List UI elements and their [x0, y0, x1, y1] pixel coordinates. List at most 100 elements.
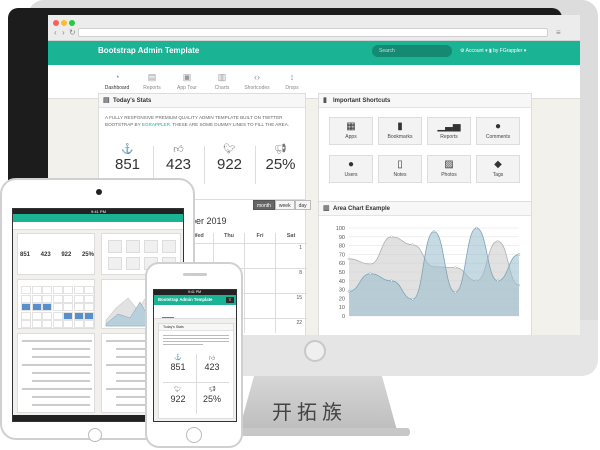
shortcut-bookmarks[interactable]: ▮ Bookmarks	[378, 117, 422, 145]
tablet-calendar-cell[interactable]	[42, 286, 52, 294]
tablet-calendar-cell[interactable]	[63, 303, 73, 311]
close-dot-icon[interactable]	[53, 20, 59, 26]
tablet-calendar-cell[interactable]	[31, 294, 42, 303]
shortcut-apps[interactable]: ▦ Apps	[329, 117, 373, 145]
tablet-calendar-cell[interactable]	[52, 294, 63, 303]
minimize-dot-icon[interactable]	[61, 20, 67, 26]
tablet-calendar-cell[interactable]	[52, 303, 63, 311]
phone-text-line	[163, 338, 229, 339]
tablet-calendar-cell[interactable]	[42, 320, 52, 328]
calendar-weekday-header: Sat	[286, 233, 296, 239]
tablet-calendar-cell[interactable]	[73, 311, 84, 320]
area-chart: 0 10 20 30 40 50 60 70 80 90 100	[336, 226, 521, 320]
tablet-calendar-cell[interactable]	[21, 294, 31, 303]
tablet-shortcut-tile[interactable]	[108, 240, 122, 253]
tablet-calendar-cell[interactable]	[31, 311, 42, 320]
refresh-icon[interactable]: ↻	[69, 28, 76, 37]
account-dropdown[interactable]: ⚙ Account ▾	[460, 48, 488, 54]
bookmark-icon: ▮	[323, 97, 327, 104]
tablet-calendar-cell[interactable]	[63, 311, 73, 320]
series-2-point	[454, 290, 457, 294]
tablet-calendar-cell[interactable]	[52, 311, 63, 320]
stat-value: 922	[216, 156, 243, 173]
shortcut-reports[interactable]: ▁▃▅ Reports	[427, 117, 471, 145]
tablet-calendar-cell[interactable]	[84, 311, 94, 320]
tablet-calendar-cell[interactable]	[31, 303, 42, 311]
address-bar[interactable]	[78, 28, 548, 37]
shortcut-photos[interactable]: ▨ Photos	[427, 155, 471, 183]
phone-menu-toggle-icon[interactable]: ≡	[226, 297, 234, 303]
tablet-calendar-cell[interactable]	[84, 286, 94, 294]
calendar-day-number[interactable]: 22	[276, 320, 302, 326]
tablet-calendar-cell[interactable]	[73, 286, 84, 294]
tablet-shortcut-tile[interactable]	[108, 257, 122, 270]
phone-stat-divider	[163, 382, 229, 383]
tablet-shortcut-tile[interactable]	[126, 257, 140, 270]
tablet-shortcut-tile[interactable]	[162, 240, 176, 253]
back-icon[interactable]: ‹	[54, 28, 57, 37]
tablet-calendar-cell[interactable]	[73, 294, 84, 303]
bullhorn-icon: 📢︎	[274, 144, 287, 155]
tablet-news-panel	[17, 333, 95, 413]
forward-icon[interactable]: ›	[62, 28, 65, 37]
tablet-calendar-cell[interactable]	[42, 303, 52, 311]
calendar-day-number[interactable]: 1	[276, 245, 302, 251]
stat-item: 📢︎ 25%	[256, 144, 305, 174]
tablet-calendar-cell[interactable]	[31, 286, 42, 294]
tablet-stat-value: 922	[61, 252, 72, 258]
series-2-point	[475, 226, 478, 230]
shortcut-label: Reports	[440, 134, 458, 140]
menu-item-label: Dashboard	[104, 85, 130, 91]
tablet-calendar-cell[interactable]	[73, 303, 84, 311]
egrappler-link[interactable]: EGrappler	[142, 122, 170, 127]
watermark-text: 开拓族	[272, 400, 347, 424]
calendar-day-button[interactable]: day	[294, 200, 311, 210]
area-chart-panel: ▥ Area Chart Example 0 10 20 30 40 50 60 70 80 90 1…	[318, 201, 532, 335]
tablet-calendar-cell[interactable]	[84, 320, 94, 328]
y-tick-label: 0	[342, 314, 345, 320]
maximize-dot-icon[interactable]	[69, 20, 75, 26]
tablet-calendar-cell[interactable]	[63, 286, 73, 294]
tablet-calendar-cell[interactable]	[52, 320, 63, 328]
tablet-calendar-cell[interactable]	[63, 294, 73, 303]
shortcut-notes[interactable]: ▯ Notes	[378, 155, 422, 183]
tablet-calendar-cell[interactable]	[42, 311, 52, 320]
calendar-day-number[interactable]: 8	[276, 270, 302, 276]
tablet-shortcut-tile[interactable]	[126, 240, 140, 253]
stat-item: 👍︎ 423	[154, 144, 203, 174]
tablet-menu	[13, 222, 183, 230]
phone-stat-icon: 👍︎	[208, 356, 216, 362]
tablet-calendar-cell[interactable]	[21, 320, 31, 328]
shortcut-comments[interactable]: ● Comments	[476, 117, 520, 145]
phone-menu	[154, 305, 236, 319]
tablet-calendar-cell[interactable]	[21, 303, 31, 311]
tablet-shortcut-tile[interactable]	[144, 240, 158, 253]
tablet-calendar-cell[interactable]	[42, 294, 52, 303]
calendar-month-button[interactable]: month	[253, 200, 275, 210]
dashboard-icon: ◔	[114, 72, 120, 82]
user-dropdown[interactable]: ▮ by FGrappler ▾	[489, 48, 526, 54]
menu-icon[interactable]: ≡	[556, 28, 561, 37]
calendar-week-button[interactable]: week	[274, 200, 295, 210]
calendar-day-number[interactable]: 15	[276, 295, 302, 301]
tablet-calendar-cell[interactable]	[84, 294, 94, 303]
shortcut-label: Photos	[441, 172, 457, 178]
search-input[interactable]: Search	[372, 45, 452, 57]
series-2-point	[517, 253, 521, 256]
menu-item-label: Charts	[214, 85, 230, 91]
tablet-calendar-cell[interactable]	[52, 286, 63, 294]
tablet-calendar-cell[interactable]	[84, 303, 94, 311]
phone-menu-dashboard[interactable]	[162, 307, 174, 318]
tablet-calendar-cell[interactable]	[73, 320, 84, 328]
tablet-calendar-cell[interactable]	[21, 311, 31, 320]
shortcut-label: Notes	[393, 172, 407, 178]
shortcut-tags[interactable]: ◆ Tags	[476, 155, 520, 183]
tablet-calendar-cell[interactable]	[21, 286, 31, 294]
tablet-calendar-cell[interactable]	[31, 320, 42, 328]
series-1-point	[347, 257, 351, 261]
tablet-stat-value: 851	[20, 252, 31, 258]
phone-title[interactable]: Bootstrap Admin Template	[158, 297, 212, 302]
brand-title[interactable]: Bootstrap Admin Template	[98, 46, 199, 55]
shortcut-users[interactable]: ● Users	[329, 155, 373, 183]
tablet-calendar-cell[interactable]	[63, 320, 73, 328]
